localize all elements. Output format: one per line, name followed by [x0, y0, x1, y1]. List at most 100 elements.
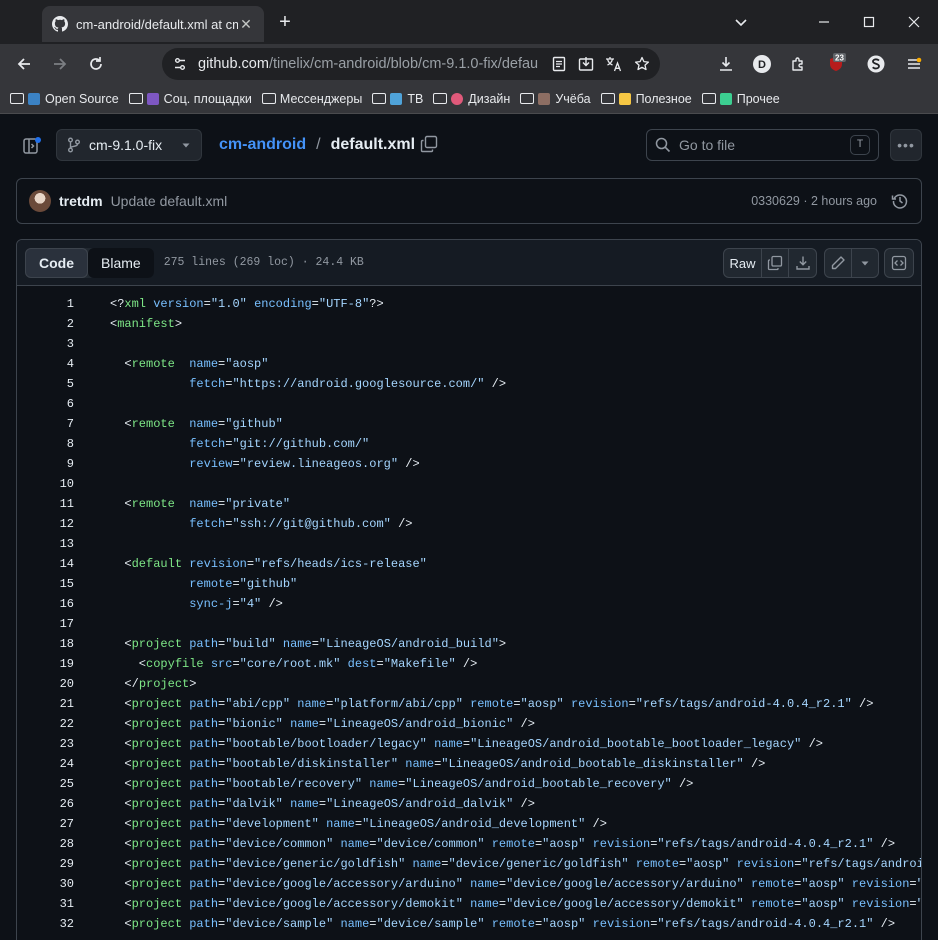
line-number[interactable]: 14	[17, 554, 74, 574]
line-number[interactable]: 24	[17, 754, 74, 774]
line-number[interactable]: 16	[17, 594, 74, 614]
chrome-menu-icon[interactable]	[903, 53, 925, 75]
bookmark-useful[interactable]: Полезное	[600, 87, 692, 111]
back-arrow-icon[interactable]	[12, 52, 36, 76]
line-number[interactable]: 5	[17, 374, 74, 394]
download-raw-button[interactable]	[789, 249, 816, 277]
bookmark-other[interactable]: Прочее	[701, 87, 780, 111]
code-token: "device/google/accessory/demokit"	[225, 897, 463, 911]
copy-raw-button[interactable]	[762, 249, 789, 277]
line-number[interactable]: 6	[17, 394, 74, 414]
line-number[interactable]: 12	[17, 514, 74, 534]
history-clock-icon[interactable]	[891, 192, 909, 210]
downloads-icon[interactable]	[715, 53, 737, 75]
code-view[interactable]: 1 <?xml version="1.0" encoding="UTF-8"?> 2…	[17, 286, 921, 940]
line-number[interactable]: 31	[17, 894, 74, 914]
line-number[interactable]: 3	[17, 334, 74, 354]
line-number[interactable]: 25	[17, 774, 74, 794]
code-token: "LineageOS/android_bootable_diskinstalle…	[441, 757, 744, 771]
go-to-file-input[interactable]: Go to file T	[646, 129, 879, 161]
minimize-icon[interactable]	[814, 12, 834, 32]
branch-selector-button[interactable]: cm-9.1.0-fix	[56, 129, 202, 161]
code-tab[interactable]: Code	[25, 247, 88, 278]
ublock-shield-icon[interactable]: 23	[825, 53, 847, 75]
sync-s-icon[interactable]	[865, 53, 887, 75]
code-token: project	[131, 877, 183, 891]
bookmark-open-source[interactable]: Open Source	[10, 87, 119, 111]
reload-icon[interactable]	[84, 52, 108, 76]
bookmark-messengers[interactable]: Мессенджеры	[261, 87, 362, 111]
line-number[interactable]: 20	[17, 674, 74, 694]
code-token: "bootable/diskinstaller"	[225, 757, 399, 771]
code-token: revision	[592, 917, 651, 931]
line-number[interactable]: 9	[17, 454, 74, 474]
line-content: <project path="device/generic/goldfish" …	[110, 854, 921, 874]
bookmark-study[interactable]: Учёба	[520, 87, 591, 111]
line-number[interactable]: 4	[17, 354, 74, 374]
edit-file-button[interactable]	[825, 249, 852, 277]
line-number[interactable]: 7	[17, 414, 74, 434]
code-token: project	[131, 717, 183, 731]
close-window-icon[interactable]	[904, 12, 924, 32]
line-number[interactable]: 27	[17, 814, 74, 834]
browser-tab[interactable]: cm-android/default.xml at cm-9.1.0-fix ✕	[42, 6, 264, 42]
translate-icon[interactable]	[605, 55, 623, 73]
bookmark-tv[interactable]: ТВ	[372, 87, 423, 111]
line-number[interactable]: 19	[17, 654, 74, 674]
tab-close-icon[interactable]: ✕	[238, 16, 254, 32]
code-token: "device/generic/goldfish"	[225, 857, 406, 871]
line-number[interactable]: 22	[17, 714, 74, 734]
bookmark-star-icon[interactable]	[633, 55, 651, 73]
line-number[interactable]: 29	[17, 854, 74, 874]
site-info-icon[interactable]	[172, 56, 188, 72]
commit-author[interactable]: tretdm	[59, 193, 103, 209]
more-options-button[interactable]: •••	[890, 129, 922, 161]
blame-tab[interactable]: Blame	[88, 247, 154, 278]
code-token: project	[131, 777, 183, 791]
url-text[interactable]: github.com/tinelix/cm-android/blob/cm-9.…	[198, 56, 538, 72]
code-token: "aosp"	[686, 857, 730, 871]
code-token: "ssh://git@github.com"	[232, 517, 391, 531]
sidebar-expand-icon[interactable]	[22, 136, 42, 156]
line-number[interactable]: 1	[17, 294, 74, 314]
tab-search-icon[interactable]	[731, 12, 751, 32]
line-number[interactable]: 26	[17, 794, 74, 814]
avatar[interactable]	[29, 190, 51, 212]
profile-d-icon[interactable]: D	[751, 53, 773, 75]
line-number[interactable]: 17	[17, 614, 74, 634]
new-tab-icon[interactable]: +	[274, 12, 296, 34]
line-number[interactable]: 10	[17, 474, 74, 494]
line-number[interactable]: 21	[17, 694, 74, 714]
line-number[interactable]: 23	[17, 734, 74, 754]
code-token: =	[369, 837, 377, 851]
install-app-icon[interactable]	[577, 55, 595, 73]
bookmark-design[interactable]: Дизайн	[433, 87, 510, 111]
symbols-panel-button[interactable]	[884, 248, 914, 278]
code-token: name	[290, 717, 319, 731]
line-number[interactable]: 28	[17, 834, 74, 854]
address-bar[interactable]: github.com/tinelix/cm-android/blob/cm-9.…	[162, 48, 660, 80]
raw-button[interactable]: Raw	[724, 249, 762, 277]
edit-dropdown-button[interactable]	[852, 249, 878, 277]
line-number[interactable]: 18	[17, 634, 74, 654]
line-number[interactable]: 32	[17, 914, 74, 934]
commit-hash[interactable]: 0330629	[751, 194, 800, 208]
line-number[interactable]: 30	[17, 874, 74, 894]
line-number[interactable]: 8	[17, 434, 74, 454]
search-icon	[655, 137, 671, 153]
forward-arrow-icon[interactable]	[48, 52, 72, 76]
line-number[interactable]: 2	[17, 314, 74, 334]
bookmark-social[interactable]: Соц. площадки	[128, 87, 252, 111]
line-number[interactable]: 11	[17, 494, 74, 514]
commit-message[interactable]: Update default.xml	[111, 193, 752, 209]
line-number[interactable]: 15	[17, 574, 74, 594]
code-token: />	[801, 737, 823, 751]
extensions-puzzle-icon[interactable]	[787, 53, 809, 75]
reader-mode-icon[interactable]	[550, 55, 568, 73]
copy-path-icon[interactable]	[420, 135, 438, 153]
breadcrumb-repo-link[interactable]: cm-android	[219, 136, 306, 154]
maximize-icon[interactable]	[859, 12, 879, 32]
line-number[interactable]: 13	[17, 534, 74, 554]
code-token: dest	[347, 657, 377, 671]
